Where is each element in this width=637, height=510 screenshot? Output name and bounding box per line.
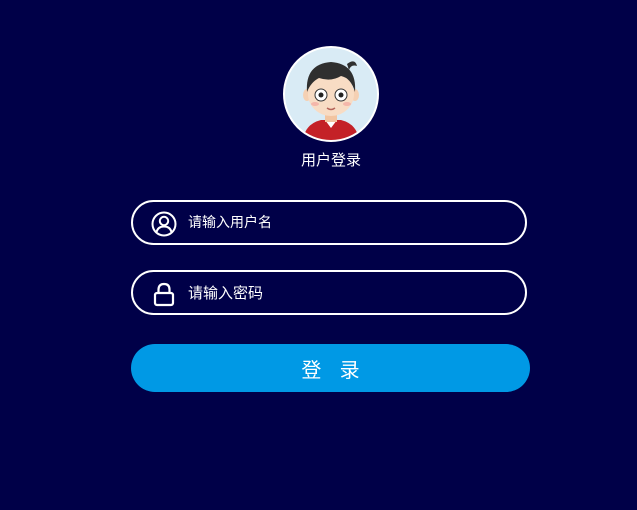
lock-icon [153,282,175,307]
avatar [283,46,379,142]
password-input[interactable] [188,272,508,313]
password-field[interactable] [131,270,527,315]
login-button[interactable]: 登 录 [131,344,530,392]
username-field[interactable] [131,200,527,245]
page-title: 用户登录 [300,151,361,169]
cartoon-boy-avatar-icon [303,61,359,140]
user-icon [151,211,177,237]
username-input[interactable] [188,202,508,243]
